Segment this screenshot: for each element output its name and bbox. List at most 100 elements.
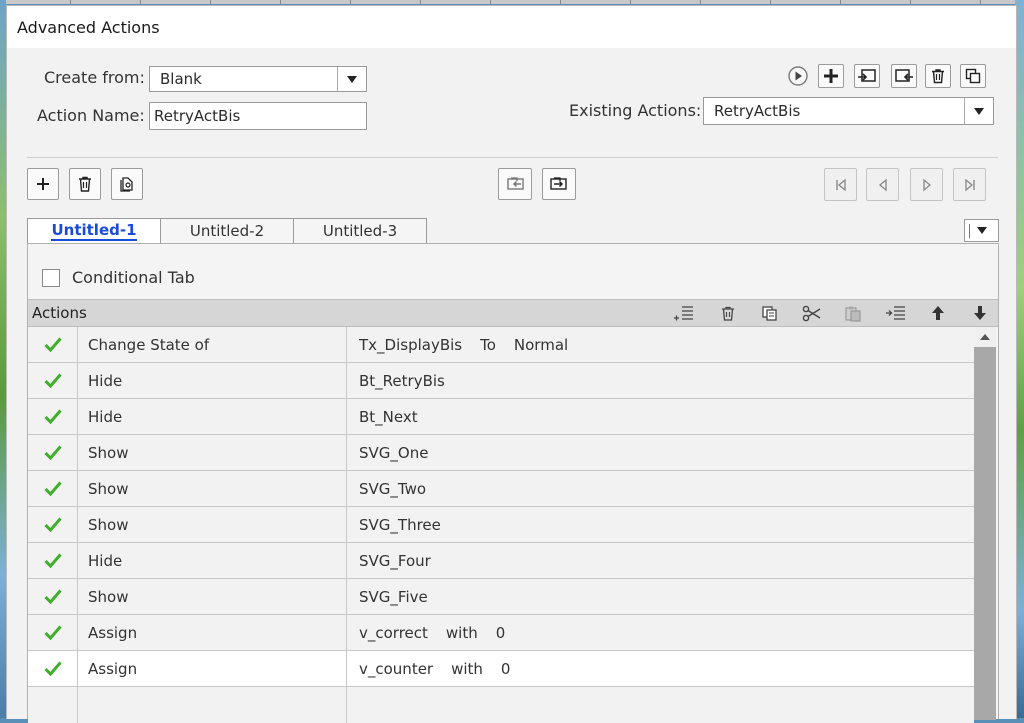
action-target: SVG_Two	[359, 479, 427, 498]
action-name: Assign	[78, 651, 347, 686]
action-value: Normal	[513, 335, 569, 354]
action-row[interactable]: Show SVG_Two	[28, 471, 974, 507]
import-action-icon[interactable]	[854, 64, 880, 88]
action-row[interactable]: Show SVG_Three	[28, 507, 974, 543]
checkmark-icon	[28, 471, 78, 506]
delete-decision-icon[interactable]	[69, 168, 101, 200]
checkmark-icon	[28, 399, 78, 434]
action-target-cell: SVG_Five	[348, 579, 974, 614]
action-name: Show	[78, 579, 347, 614]
checkmark-icon	[28, 435, 78, 470]
chevron-down-icon	[337, 67, 366, 91]
action-target-cell: SVG_One	[348, 435, 974, 470]
checkmark-icon	[28, 363, 78, 398]
action-row-selected[interactable]: Assign v_counter with 0	[28, 651, 974, 687]
preview-play-icon[interactable]	[787, 65, 809, 87]
scroll-up-icon[interactable]	[974, 327, 996, 347]
action-target: Tx_DisplayBis	[359, 335, 463, 354]
action-target-cell: v_correct with 0	[348, 615, 974, 650]
insert-icon[interactable]	[885, 303, 907, 323]
action-row[interactable]: Assign v_correct with 0	[28, 615, 974, 651]
actions-scrollbar[interactable]	[974, 327, 996, 720]
action-target-cell: v_counter with 0	[348, 651, 974, 686]
tab-label: Untitled-2	[189, 222, 265, 240]
action-name: Change State of	[78, 327, 347, 362]
add-decision-icon[interactable]	[27, 168, 59, 200]
action-value: 0	[495, 623, 506, 642]
action-target: SVG_Five	[359, 587, 428, 606]
action-target-cell: Bt_Next	[348, 399, 974, 434]
tab-untitled-3[interactable]: Untitled-3	[293, 218, 427, 243]
duplicate-decision-icon[interactable]	[111, 168, 143, 200]
copy-icon[interactable]	[759, 303, 781, 323]
actions-header: Actions	[28, 299, 998, 327]
action-target-cell: SVG_Three	[348, 507, 974, 542]
existing-actions-label: Existing Actions:	[569, 101, 702, 120]
paste-icon	[842, 303, 864, 323]
action-target-cell: Tx_DisplayBis To Normal	[348, 327, 974, 362]
action-name: Show	[78, 507, 347, 542]
move-up-icon[interactable]	[927, 303, 949, 323]
action-row[interactable]: Change State of Tx_DisplayBis To Normal	[28, 327, 974, 363]
decision-tabs: Untitled-1 Untitled-2 Untitled-3	[27, 218, 427, 243]
add-action-icon[interactable]	[673, 303, 695, 323]
action-name: Show	[78, 471, 347, 506]
action-row[interactable]: Hide SVG_Four	[28, 543, 974, 579]
export-action-icon[interactable]	[891, 64, 917, 88]
delete-action-icon[interactable]	[925, 64, 951, 88]
advanced-actions-dialog: Advanced Actions Create from: Blank Acti…	[6, 5, 1017, 723]
first-icon[interactable]	[824, 168, 857, 201]
checkmark-icon	[28, 543, 78, 578]
import-decision-icon[interactable]	[498, 168, 532, 200]
delete-icon[interactable]	[717, 303, 739, 323]
conditional-tab-checkbox[interactable]	[42, 269, 60, 287]
create-from-label: Create from:	[44, 68, 145, 87]
action-target: SVG_Four	[359, 551, 431, 570]
action-row[interactable]: Hide Bt_Next	[28, 399, 974, 435]
action-row[interactable]: Show SVG_Five	[28, 579, 974, 615]
checkmark-icon	[28, 507, 78, 542]
existing-actions-select[interactable]: RetryActBis	[703, 97, 994, 125]
action-target: Bt_Next	[359, 407, 418, 426]
action-conj: with	[451, 659, 483, 678]
create-from-select[interactable]: Blank	[149, 66, 367, 92]
action-row[interactable]: Show SVG_One	[28, 435, 974, 471]
checkmark-icon	[28, 651, 78, 686]
action-name: Assign	[78, 615, 347, 650]
tab-label: Untitled-1	[51, 221, 137, 241]
action-name: Show	[78, 435, 347, 470]
action-conj: with	[445, 623, 478, 642]
conditional-tab-label: Conditional Tab	[72, 268, 195, 287]
action-target: SVG_One	[359, 443, 429, 462]
action-name: Hide	[78, 399, 347, 434]
separator	[27, 157, 998, 158]
tabs-dropdown-button[interactable]	[964, 219, 999, 242]
next-icon[interactable]	[910, 168, 943, 201]
checkmark-icon	[28, 579, 78, 614]
action-value: 0	[500, 659, 511, 678]
previous-icon[interactable]	[866, 168, 899, 201]
move-down-icon[interactable]	[969, 303, 991, 323]
action-target-cell: SVG_Two	[348, 471, 974, 506]
action-name: Hide	[78, 363, 347, 398]
cut-icon[interactable]	[801, 303, 823, 323]
action-name-field[interactable]: RetryActBis	[149, 102, 367, 130]
create-action-icon[interactable]	[818, 64, 844, 88]
action-target-cell: SVG_Four	[348, 543, 974, 578]
window-title: Advanced Actions	[17, 17, 160, 37]
export-decision-icon[interactable]	[542, 168, 576, 200]
tab-untitled-1[interactable]: Untitled-1	[27, 218, 161, 243]
last-icon[interactable]	[953, 168, 986, 201]
action-name-label: Action Name:	[37, 106, 145, 125]
tab-untitled-2[interactable]: Untitled-2	[160, 218, 294, 243]
action-target: Bt_RetryBis	[359, 371, 445, 390]
chevron-down-icon	[964, 98, 993, 124]
duplicate-action-icon[interactable]	[960, 64, 986, 88]
action-row[interactable]: Hide Bt_RetryBis	[28, 363, 974, 399]
actions-title: Actions	[32, 304, 87, 322]
checkmark-icon	[28, 615, 78, 650]
action-target: v_counter	[359, 659, 434, 678]
action-target: v_correct	[359, 623, 428, 642]
create-from-value: Blank	[160, 70, 202, 88]
action-target-cell: Bt_RetryBis	[348, 363, 974, 398]
